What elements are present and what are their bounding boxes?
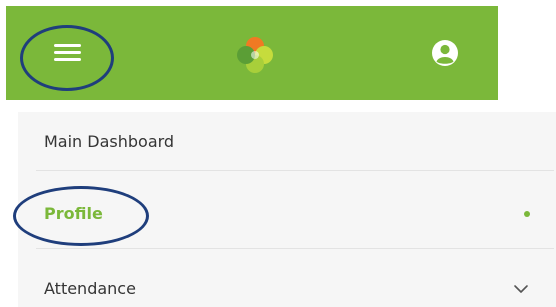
nav-item-main-dashboard[interactable]: Main Dashboard xyxy=(18,112,556,172)
hamburger-menu-button[interactable] xyxy=(44,28,96,76)
side-navigation-menu: Main Dashboard Profile Attendance xyxy=(18,112,556,307)
app-bar xyxy=(6,6,498,100)
nav-item-profile[interactable]: Profile xyxy=(18,171,556,231)
active-indicator-dot xyxy=(524,211,530,217)
nav-item-attendance[interactable]: Attendance xyxy=(18,249,556,307)
page: Main Dashboard Profile Attendance xyxy=(0,0,556,307)
four-leaf-clover-logo xyxy=(237,37,273,73)
user-account-icon[interactable] xyxy=(431,39,459,67)
nav-item-label: Main Dashboard xyxy=(44,132,175,151)
chevron-down-icon[interactable] xyxy=(513,284,529,294)
nav-item-label: Profile xyxy=(44,204,103,223)
nav-item-label: Attendance xyxy=(44,279,136,298)
